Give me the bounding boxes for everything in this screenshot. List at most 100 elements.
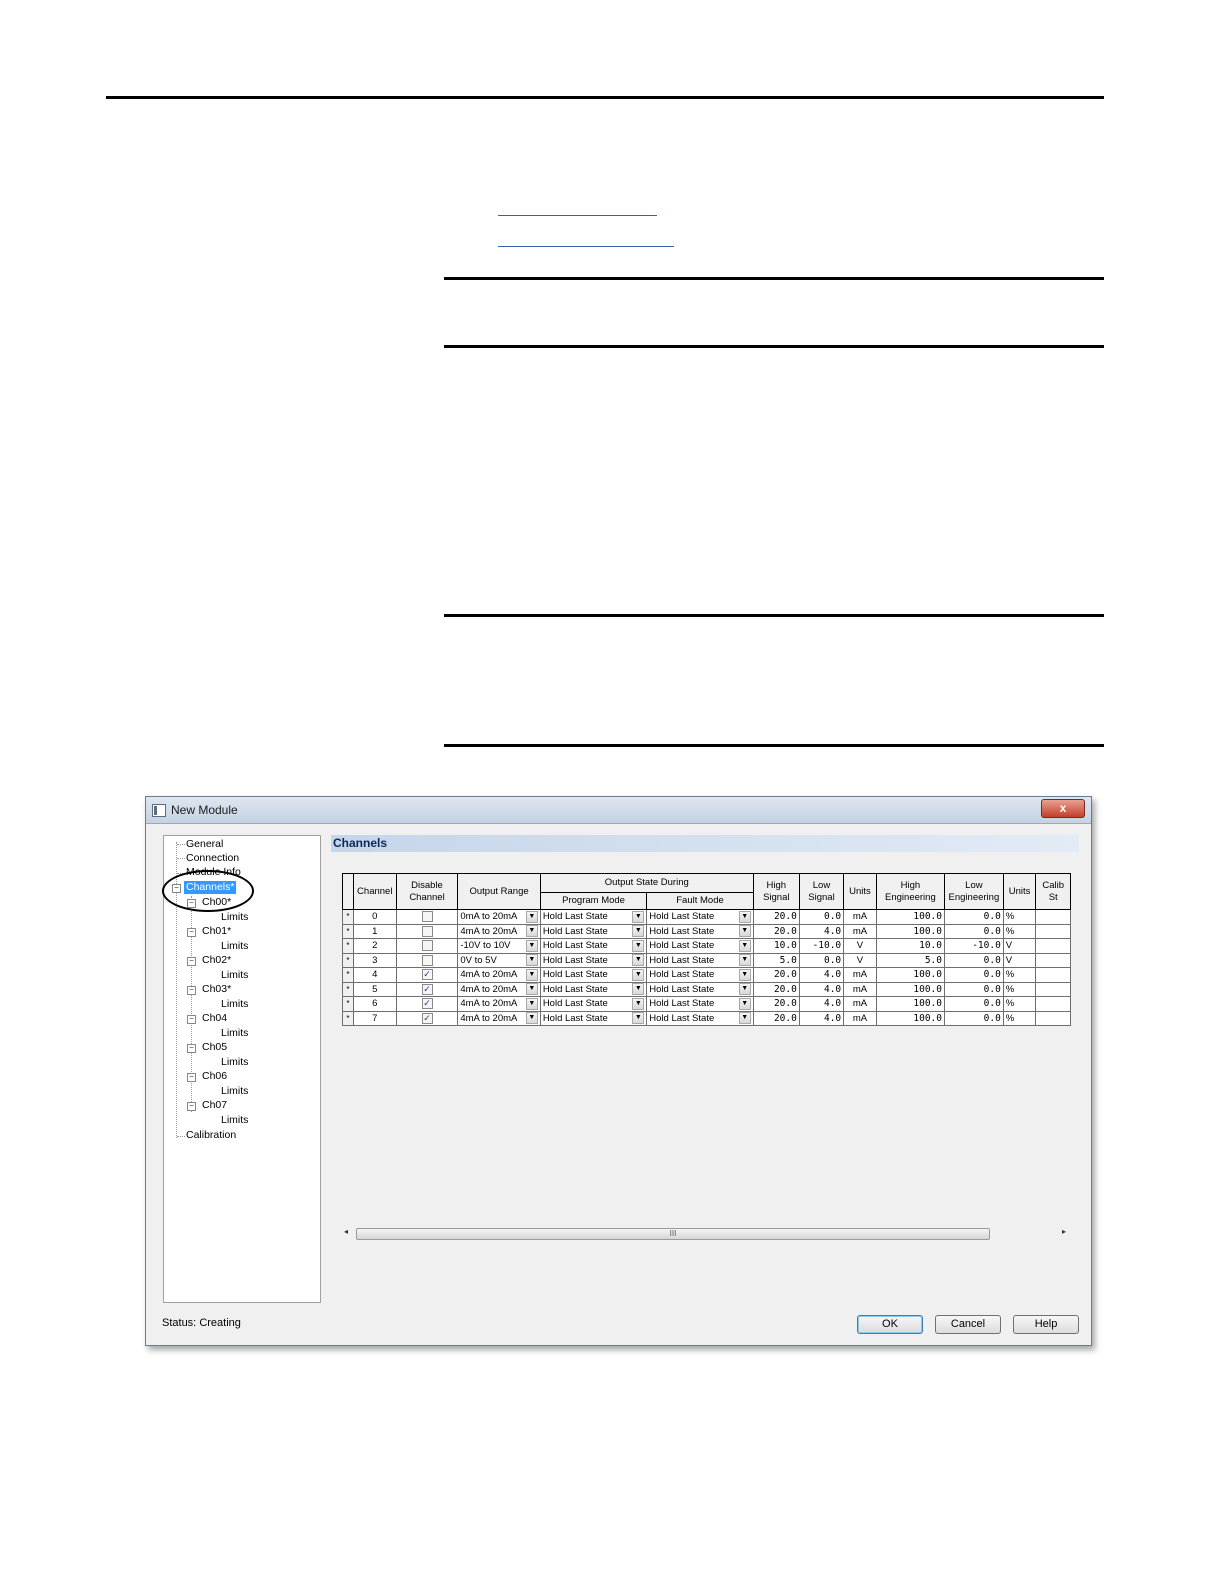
output-range-cell[interactable]: -10V to 10V ▼ xyxy=(457,938,541,954)
high-engineering-cell[interactable]: 100.0 xyxy=(875,1010,946,1026)
high-engineering-cell[interactable]: 100.0 xyxy=(875,967,946,983)
tree-item-ch02[interactable]: Ch02* xyxy=(202,954,231,967)
low-engineering-cell[interactable]: -10.0 xyxy=(944,938,1004,954)
low-engineering-cell[interactable]: 0.0 xyxy=(944,909,1004,925)
high-engineering-cell[interactable]: 10.0 xyxy=(875,938,946,954)
program-mode-cell[interactable]: Hold Last State ▼ xyxy=(539,952,648,968)
scrollbar-thumb[interactable]: III xyxy=(356,1228,990,1240)
dropdown-arrow-icon[interactable]: ▼ xyxy=(632,968,645,981)
low-signal-cell[interactable]: -10.0 xyxy=(798,938,845,954)
low-signal-cell[interactable]: 4.0 xyxy=(798,1010,845,1026)
high-signal-cell[interactable]: 20.0 xyxy=(752,1010,800,1026)
dropdown-arrow-icon[interactable]: ▼ xyxy=(525,954,538,967)
dropdown-arrow-icon[interactable]: ▼ xyxy=(525,968,538,981)
disable-channel-checkbox[interactable] xyxy=(421,940,433,952)
low-signal-cell[interactable]: 4.0 xyxy=(798,996,845,1012)
program-mode-cell[interactable]: Hold Last State ▼ xyxy=(539,923,648,939)
tree-item-ch00-limits[interactable]: Limits xyxy=(221,911,248,924)
table-row[interactable]: * 0 0mA to 20mA ▼ Hold Last State ▼ Hold Last … xyxy=(342,909,1071,925)
output-range-cell[interactable]: 0V to 5V ▼ xyxy=(457,952,541,968)
dropdown-arrow-icon[interactable]: ▼ xyxy=(738,939,751,952)
low-signal-cell[interactable]: 0.0 xyxy=(798,909,845,925)
program-mode-cell[interactable]: Hold Last State ▼ xyxy=(539,981,648,997)
title-bar[interactable]: New Module x xyxy=(146,797,1091,824)
disable-channel-checkbox[interactable]: ✓ xyxy=(421,983,433,995)
dropdown-arrow-icon[interactable]: ▼ xyxy=(632,910,645,923)
collapse-icon[interactable]: − xyxy=(187,1044,196,1053)
low-signal-cell[interactable]: 0.0 xyxy=(798,952,845,968)
table-row[interactable]: * 3 0V to 5V ▼ Hold Last State ▼ Hold Last Sta… xyxy=(342,952,1071,968)
horizontal-scrollbar[interactable]: ◂ III ▸ xyxy=(342,1227,1068,1240)
help-button[interactable]: Help xyxy=(1013,1315,1079,1334)
dropdown-arrow-icon[interactable]: ▼ xyxy=(632,939,645,952)
program-mode-cell[interactable]: Hold Last State ▼ xyxy=(539,1010,648,1026)
output-range-cell[interactable]: 0mA to 20mA ▼ xyxy=(457,909,541,925)
disable-channel-checkbox[interactable]: ✓ xyxy=(421,1012,433,1024)
eng-units-cell[interactable]: % xyxy=(1002,923,1037,939)
table-row[interactable]: * 6 ✓ 4mA to 20mA ▼ Hold Last State ▼ Hold Last… xyxy=(342,996,1071,1012)
collapse-icon[interactable]: − xyxy=(187,928,196,937)
tree-item-ch07[interactable]: Ch07 xyxy=(202,1099,227,1112)
dropdown-arrow-icon[interactable]: ▼ xyxy=(632,983,645,996)
dropdown-arrow-icon[interactable]: ▼ xyxy=(632,954,645,967)
dropdown-arrow-icon[interactable]: ▼ xyxy=(738,910,751,923)
link-underline-2[interactable] xyxy=(498,246,674,247)
low-engineering-cell[interactable]: 0.0 xyxy=(944,981,1004,997)
tree-item-ch06[interactable]: Ch06 xyxy=(202,1070,227,1083)
dropdown-arrow-icon[interactable]: ▼ xyxy=(738,925,751,938)
disable-channel-checkbox[interactable]: ✓ xyxy=(421,998,433,1010)
low-signal-cell[interactable]: 4.0 xyxy=(798,981,845,997)
fault-mode-cell[interactable]: Hold Last State ▼ xyxy=(646,952,754,968)
output-range-cell[interactable]: 4mA to 20mA ▼ xyxy=(457,967,541,983)
dropdown-arrow-icon[interactable]: ▼ xyxy=(525,997,538,1010)
row-marker[interactable]: * xyxy=(342,981,354,997)
disable-channel-checkbox[interactable] xyxy=(421,925,433,937)
low-engineering-cell[interactable]: 0.0 xyxy=(944,923,1004,939)
tree-item-ch03[interactable]: Ch03* xyxy=(202,983,231,996)
disable-channel-checkbox[interactable] xyxy=(421,954,433,966)
output-range-cell[interactable]: 4mA to 20mA ▼ xyxy=(457,981,541,997)
high-signal-cell[interactable]: 20.0 xyxy=(752,923,800,939)
low-signal-cell[interactable]: 4.0 xyxy=(798,923,845,939)
tree-item-ch06-limits[interactable]: Limits xyxy=(221,1085,248,1098)
output-range-cell[interactable]: 4mA to 20mA ▼ xyxy=(457,923,541,939)
dropdown-arrow-icon[interactable]: ▼ xyxy=(525,939,538,952)
tree-item-ch05[interactable]: Ch05 xyxy=(202,1041,227,1054)
high-engineering-cell[interactable]: 100.0 xyxy=(875,981,946,997)
collapse-icon[interactable]: − xyxy=(187,1102,196,1111)
tree-item-ch05-limits[interactable]: Limits xyxy=(221,1056,248,1069)
dropdown-arrow-icon[interactable]: ▼ xyxy=(632,1012,645,1025)
row-marker[interactable]: * xyxy=(342,952,354,968)
eng-units-cell[interactable]: % xyxy=(1002,967,1037,983)
low-engineering-cell[interactable]: 0.0 xyxy=(944,996,1004,1012)
table-row[interactable]: * 4 ✓ 4mA to 20mA ▼ Hold Last State ▼ Hold Last… xyxy=(342,967,1071,983)
collapse-icon[interactable]: − xyxy=(187,1015,196,1024)
dropdown-arrow-icon[interactable]: ▼ xyxy=(738,968,751,981)
tree-item-connection[interactable]: Connection xyxy=(186,852,239,865)
row-marker[interactable]: * xyxy=(342,923,354,939)
row-marker[interactable]: * xyxy=(342,996,354,1012)
low-engineering-cell[interactable]: 0.0 xyxy=(944,967,1004,983)
table-row[interactable]: * 1 4mA to 20mA ▼ Hold Last State ▼ Hold Last … xyxy=(342,923,1071,939)
scroll-right-icon[interactable]: ▸ xyxy=(1062,1227,1066,1236)
high-signal-cell[interactable]: 5.0 xyxy=(752,952,800,968)
fault-mode-cell[interactable]: Hold Last State ▼ xyxy=(646,909,754,925)
program-mode-cell[interactable]: Hold Last State ▼ xyxy=(539,967,648,983)
high-engineering-cell[interactable]: 5.0 xyxy=(875,952,946,968)
high-engineering-cell[interactable]: 100.0 xyxy=(875,923,946,939)
dropdown-arrow-icon[interactable]: ▼ xyxy=(525,910,538,923)
ok-button[interactable]: OK xyxy=(857,1315,923,1334)
output-range-cell[interactable]: 4mA to 20mA ▼ xyxy=(457,1010,541,1026)
high-signal-cell[interactable]: 20.0 xyxy=(752,967,800,983)
eng-units-cell[interactable]: V xyxy=(1002,938,1037,954)
dropdown-arrow-icon[interactable]: ▼ xyxy=(632,925,645,938)
disable-channel-checkbox[interactable] xyxy=(421,911,433,923)
table-row[interactable]: * 2 -10V to 10V ▼ Hold Last State ▼ Hold Last … xyxy=(342,938,1071,954)
dropdown-arrow-icon[interactable]: ▼ xyxy=(738,997,751,1010)
cancel-button[interactable]: Cancel xyxy=(935,1315,1001,1334)
program-mode-cell[interactable]: Hold Last State ▼ xyxy=(539,909,648,925)
tree-item-ch02-limits[interactable]: Limits xyxy=(221,969,248,982)
row-marker[interactable]: * xyxy=(342,909,354,925)
fault-mode-cell[interactable]: Hold Last State ▼ xyxy=(646,938,754,954)
fault-mode-cell[interactable]: Hold Last State ▼ xyxy=(646,996,754,1012)
